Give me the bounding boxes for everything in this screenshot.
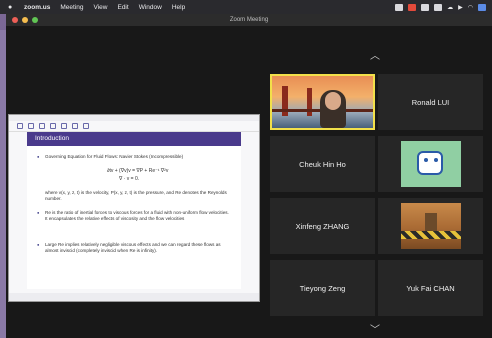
participant-tile-avatar[interactable] bbox=[378, 136, 483, 192]
tool-icon-3[interactable] bbox=[39, 123, 45, 129]
participant-tile[interactable]: Cheuk Hin Ho bbox=[270, 136, 375, 192]
minimize-window-button[interactable] bbox=[22, 17, 28, 23]
status-icons: ☁ ▶ ◠ bbox=[395, 0, 486, 14]
status-icon-5[interactable] bbox=[478, 3, 486, 11]
participant-tile[interactable]: Tieyong Zeng bbox=[270, 260, 375, 316]
menu-help[interactable]: Help bbox=[172, 4, 185, 11]
participant-tile[interactable]: Yuk Fai CHAN bbox=[378, 260, 483, 316]
slide-title: Introduction bbox=[27, 132, 241, 146]
avatar-image bbox=[400, 141, 461, 187]
participant-name: Tieyong Zeng bbox=[299, 283, 346, 293]
menu-meeting[interactable]: Meeting bbox=[60, 4, 83, 11]
slide-body: Governing Equation for Fluid Flows: Navi… bbox=[27, 146, 241, 289]
window-titlebar: Zoom Meeting bbox=[6, 14, 492, 26]
slide-text: where v(x, y, z, t) is the velocity, P(x… bbox=[45, 190, 227, 202]
slide-bullet: Re is the ratio of inertial forces to vi… bbox=[37, 210, 231, 222]
tool-icon-2[interactable] bbox=[28, 123, 34, 129]
status-icon-3[interactable] bbox=[421, 3, 430, 11]
fullscreen-window-button[interactable] bbox=[32, 17, 38, 23]
shared-screen-toolbar bbox=[9, 121, 259, 132]
slide-bullet: Large Re implies relatively negligible v… bbox=[37, 242, 231, 254]
slide-equation: ∂tv + (∇v)v = ∇P + Re⁻¹ ∇²v bbox=[107, 168, 169, 174]
tool-icon-7[interactable] bbox=[83, 123, 89, 129]
status-icon-1[interactable] bbox=[395, 3, 404, 11]
photo-stripe bbox=[400, 231, 461, 239]
cat-avatar-icon bbox=[416, 151, 443, 175]
tool-icon-6[interactable] bbox=[72, 123, 78, 129]
menu-view[interactable]: View bbox=[94, 4, 108, 11]
tool-icon-1[interactable] bbox=[17, 123, 23, 129]
shared-screen: Introduction Governing Equation for Flui… bbox=[8, 114, 260, 302]
participant-name: Yuk Fai CHAN bbox=[406, 283, 455, 293]
window-title: Zoom Meeting bbox=[229, 17, 269, 23]
participant-name: Ronald LUI bbox=[411, 97, 450, 107]
participant-name: Cheuk Hin Ho bbox=[299, 159, 346, 169]
wifi-icon[interactable]: ◠ bbox=[468, 4, 473, 11]
traffic-lights bbox=[12, 17, 38, 23]
tool-icon-4[interactable] bbox=[50, 123, 56, 129]
slide-bullet: Governing Equation for Fluid Flows: Navi… bbox=[37, 154, 231, 160]
shared-screen-footer bbox=[9, 293, 259, 301]
avatar-image bbox=[400, 203, 461, 249]
zoom-window: Zoom Meeting ︿ ﹀ Introduction Governing … bbox=[6, 14, 492, 338]
menu-edit[interactable]: Edit bbox=[117, 4, 128, 11]
participant-tile-avatar[interactable] bbox=[378, 198, 483, 254]
tool-icon-5[interactable] bbox=[61, 123, 67, 129]
close-window-button[interactable] bbox=[12, 17, 18, 23]
participant-face bbox=[325, 92, 341, 110]
apple-icon[interactable]: ● bbox=[8, 4, 18, 11]
photo-figure bbox=[424, 213, 437, 233]
participant-tile-video[interactable] bbox=[270, 74, 375, 130]
status-icon-4[interactable] bbox=[434, 3, 443, 11]
participant-name: Xinfeng ZHANG bbox=[295, 221, 350, 231]
play-icon[interactable]: ▶ bbox=[458, 4, 463, 11]
participant-tile[interactable]: Xinfeng ZHANG bbox=[270, 198, 375, 254]
slide-equation: ∇ · v = 0. bbox=[119, 176, 140, 182]
mac-menu-bar: ● zoom.us Meeting View Edit Window Help … bbox=[0, 0, 492, 14]
menu-window[interactable]: Window bbox=[139, 4, 162, 11]
gallery-scroll-up-icon[interactable]: ︿ bbox=[370, 52, 380, 62]
cloud-icon[interactable]: ☁ bbox=[447, 4, 453, 11]
gallery-scroll-down-icon[interactable]: ﹀ bbox=[370, 326, 380, 336]
menu-app-name[interactable]: zoom.us bbox=[24, 4, 50, 11]
status-icon-2[interactable] bbox=[408, 3, 417, 11]
participant-tile[interactable]: Ronald LUI bbox=[378, 74, 483, 130]
